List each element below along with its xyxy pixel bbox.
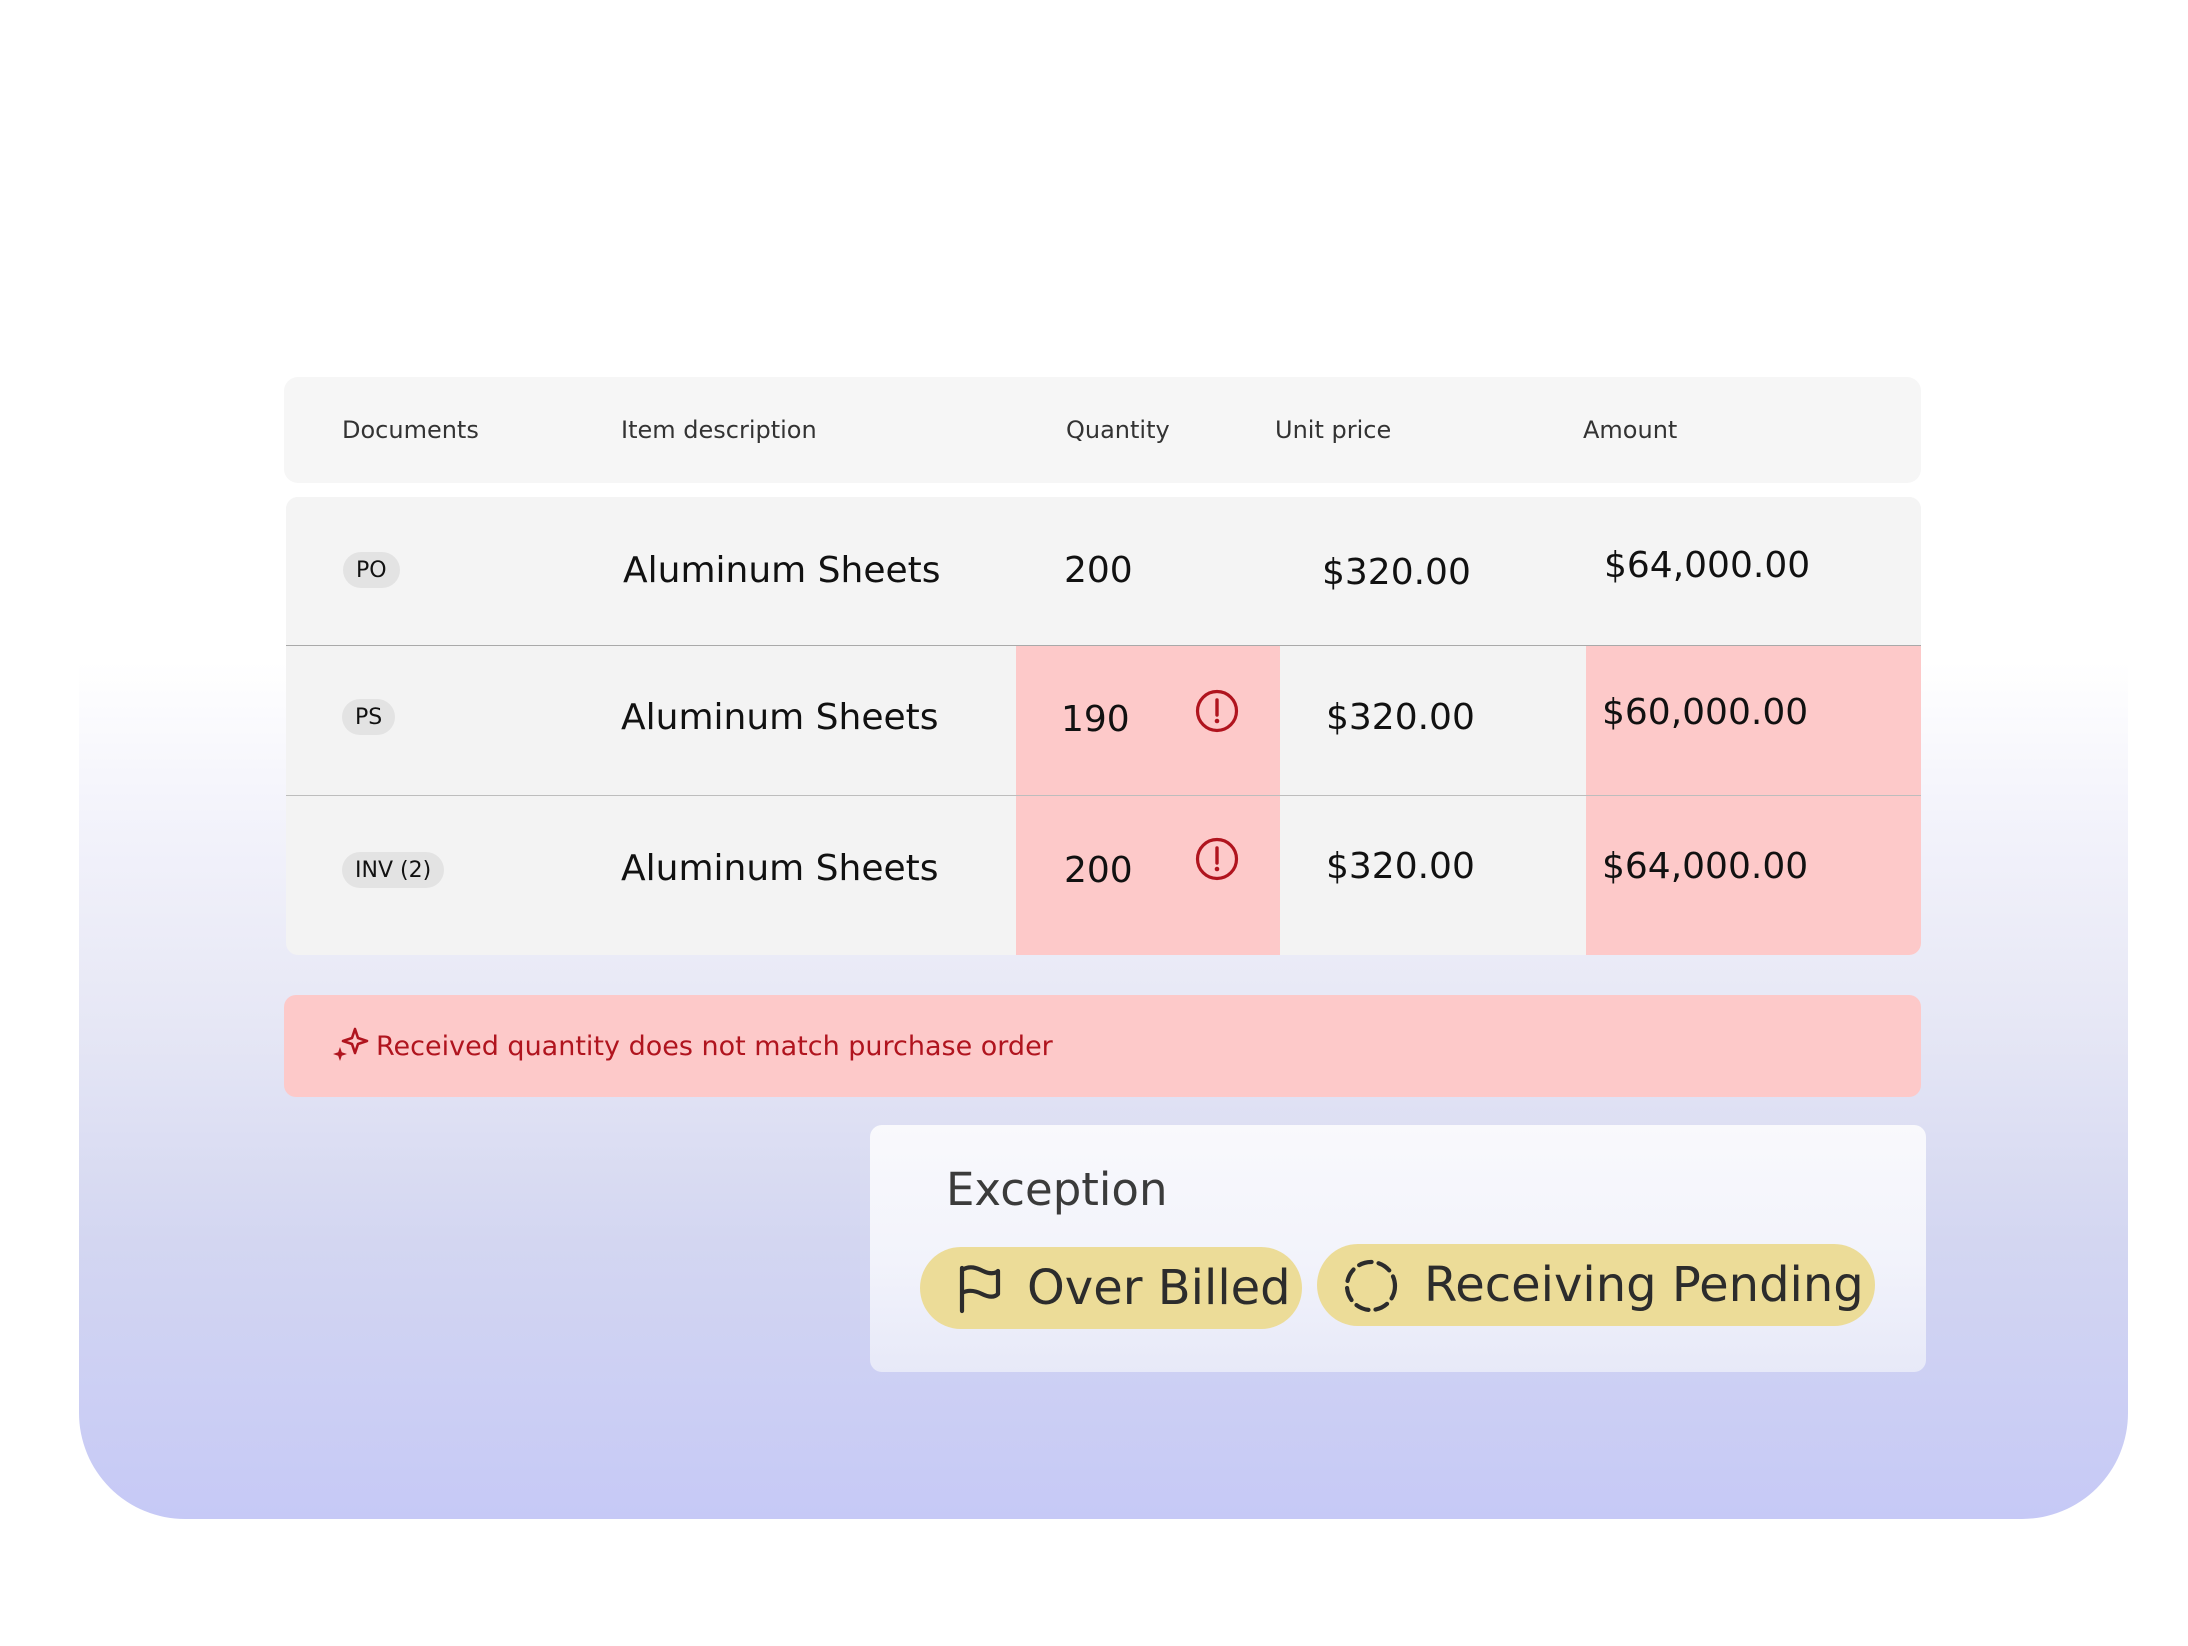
header-item-description: Item description bbox=[621, 416, 817, 444]
receiving-pending-chip[interactable]: Receiving Pending bbox=[1317, 1244, 1875, 1326]
amount-value: $60,000.00 bbox=[1602, 691, 1809, 733]
header-unit-price: Unit price bbox=[1275, 416, 1392, 444]
table-row-ps[interactable]: PS Aluminum Sheets 190 $320.00 $60,000.0… bbox=[286, 645, 1921, 795]
sparkle-icon bbox=[333, 1027, 369, 1061]
dashed-circle-icon bbox=[1344, 1259, 1398, 1313]
item-description: Aluminum Sheets bbox=[621, 847, 939, 889]
over-billed-label: Over Billed bbox=[1027, 1260, 1291, 1316]
item-description: Aluminum Sheets bbox=[623, 549, 941, 591]
item-description: Aluminum Sheets bbox=[621, 696, 939, 738]
quantity-value: 190 bbox=[1061, 698, 1130, 740]
unit-price-value: $320.00 bbox=[1326, 696, 1475, 738]
warning-icon[interactable] bbox=[1194, 836, 1240, 882]
amount-value: $64,000.00 bbox=[1602, 845, 1809, 887]
table-body: PO Aluminum Sheets 200 $320.00 $64,000.0… bbox=[286, 497, 1921, 955]
stage: Documents Item description Quantity Unit… bbox=[0, 0, 2188, 1646]
table-row-po[interactable]: PO Aluminum Sheets 200 $320.00 $64,000.0… bbox=[286, 497, 1921, 645]
exception-title: Exception bbox=[946, 1163, 1168, 1216]
mismatch-alert-banner: Received quantity does not match purchas… bbox=[284, 995, 1921, 1097]
over-billed-chip[interactable]: Over Billed bbox=[920, 1247, 1302, 1329]
header-documents: Documents bbox=[342, 416, 479, 444]
exception-card: Exception Over Billed Receiving Pending bbox=[870, 1125, 1926, 1372]
warning-icon[interactable] bbox=[1194, 688, 1240, 734]
document-badge[interactable]: PO bbox=[343, 552, 400, 588]
document-badge[interactable]: PS bbox=[342, 699, 396, 735]
quantity-value: 200 bbox=[1064, 849, 1133, 891]
unit-price-value: $320.00 bbox=[1326, 845, 1475, 887]
unit-price-value: $320.00 bbox=[1322, 551, 1471, 593]
table-row-inv[interactable]: INV (2) Aluminum Sheets 200 $320.00 $64,… bbox=[286, 795, 1921, 955]
document-badge[interactable]: INV (2) bbox=[342, 852, 445, 888]
alert-message: Received quantity does not match purchas… bbox=[376, 1030, 1053, 1062]
quantity-value: 200 bbox=[1064, 549, 1133, 591]
header-quantity: Quantity bbox=[1066, 416, 1170, 444]
amount-value: $64,000.00 bbox=[1604, 544, 1811, 586]
header-amount: Amount bbox=[1583, 416, 1678, 444]
flag-icon bbox=[959, 1265, 1001, 1314]
table-header: Documents Item description Quantity Unit… bbox=[284, 377, 1921, 483]
receiving-pending-label: Receiving Pending bbox=[1424, 1257, 1864, 1313]
